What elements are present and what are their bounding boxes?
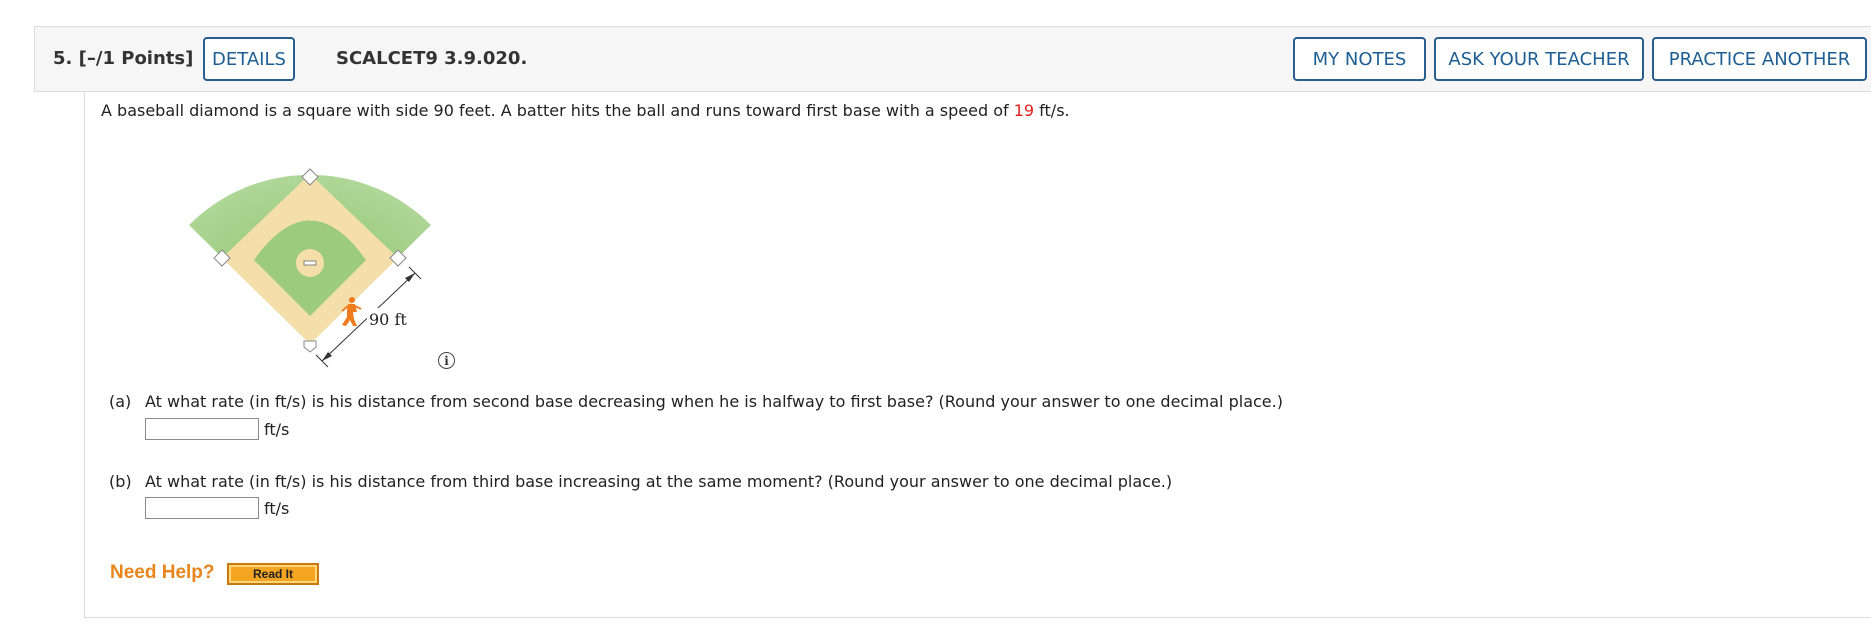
problem-statement: A baseball diamond is a square with side… xyxy=(101,101,1070,120)
part-b-answer-input[interactable] xyxy=(145,497,259,519)
details-button[interactable]: DETAILS xyxy=(203,37,295,81)
need-help-label: Need Help? xyxy=(110,562,215,583)
question-number-points: 5. [–/1 Points] xyxy=(53,48,193,69)
info-icon[interactable]: i xyxy=(438,352,455,369)
problem-code: SCALCET9 3.9.020. xyxy=(336,48,528,69)
part-b-unit: ft/s xyxy=(264,499,290,518)
part-a-label: (a) xyxy=(109,392,132,411)
question-number: 5. xyxy=(53,48,73,69)
part-b-question: At what rate (in ft/s) is his distance f… xyxy=(145,472,1173,491)
problem-text-before: A baseball diamond is a square with side… xyxy=(101,101,1014,120)
part-b-label: (b) xyxy=(109,472,132,491)
baseball-diamond-diagram: 90 ft xyxy=(189,168,431,368)
read-it-button[interactable]: Read It xyxy=(227,563,319,585)
part-a-unit: ft/s xyxy=(264,420,290,439)
points: [–/1 Points] xyxy=(78,48,194,69)
my-notes-button[interactable]: MY NOTES xyxy=(1293,37,1426,81)
practice-another-button[interactable]: PRACTICE ANOTHER xyxy=(1652,37,1867,81)
part-a-question: At what rate (in ft/s) is his distance f… xyxy=(145,392,1283,411)
part-a-answer-input[interactable] xyxy=(145,418,259,440)
question-header: 5. [–/1 Points] DETAILS SCALCET9 3.9.020… xyxy=(34,26,1871,92)
problem-text-after: ft/s. xyxy=(1034,101,1070,120)
ask-your-teacher-button[interactable]: ASK YOUR TEACHER xyxy=(1434,37,1644,81)
problem-speed: 19 xyxy=(1013,101,1035,120)
pitchers-rubber xyxy=(303,260,317,266)
dimension-label: 90 ft xyxy=(369,310,407,329)
home-plate-icon xyxy=(303,340,317,353)
